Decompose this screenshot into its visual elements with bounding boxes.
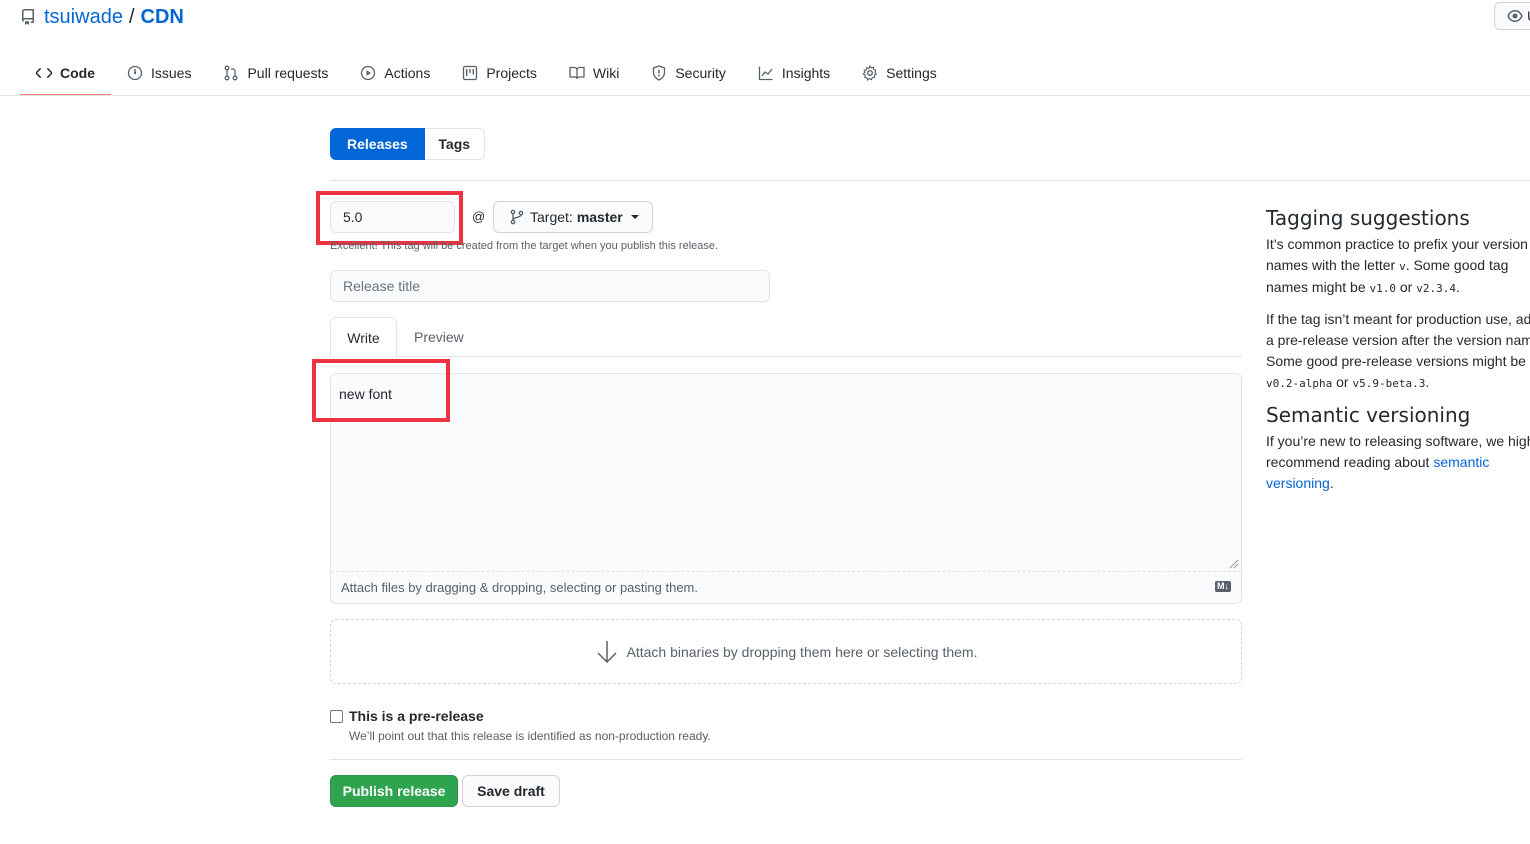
attach-files-bar[interactable]: Attach files by dragging & dropping, sel… <box>331 571 1241 603</box>
tab-issues[interactable]: Issues <box>111 50 207 96</box>
tagging-suggestions: Tagging suggestions It’s common practice… <box>1266 206 1530 394</box>
prerelease-checkbox[interactable] <box>330 709 343 723</box>
text: or <box>1332 374 1353 390</box>
tab-label: Projects <box>486 65 537 81</box>
tab-preview[interactable]: Preview <box>414 317 464 357</box>
semantic-versioning: Semantic versioning If you’re new to rel… <box>1266 403 1530 494</box>
gear-icon <box>862 65 878 81</box>
attach-binaries-dropzone[interactable]: Attach binaries by dropping them here or… <box>330 619 1242 684</box>
target-prefix: Target: <box>530 209 573 225</box>
text: . <box>1329 475 1334 491</box>
target-branch-name: master <box>576 209 623 225</box>
prerelease-option[interactable]: This is a pre-release <box>330 708 484 724</box>
tagging-paragraph-1: It’s common practice to prefix your vers… <box>1266 234 1530 299</box>
save-draft-button[interactable]: Save draft <box>462 775 560 807</box>
graph-icon <box>758 66 773 81</box>
tab-wiki[interactable]: Wiki <box>553 50 635 96</box>
text: or <box>1396 279 1417 295</box>
tab-insights[interactable]: Insights <box>742 50 846 96</box>
highlight-box-tag <box>316 191 463 245</box>
issue-icon <box>127 65 143 81</box>
releases-subnav: Releases Tags <box>330 128 485 160</box>
text: If the tag isn’t meant for production us… <box>1266 311 1530 369</box>
attach-files-text: Attach files by dragging & dropping, sel… <box>341 580 698 595</box>
code-example: v2.3.4 <box>1416 282 1456 295</box>
releases-tab[interactable]: Releases <box>330 128 425 160</box>
tab-label: Wiki <box>592 65 620 81</box>
tab-actions[interactable]: Actions <box>344 50 446 96</box>
target-branch-button[interactable]: Target: master <box>493 201 653 233</box>
at-symbol: @ <box>472 209 486 224</box>
editor-tabs: Write Preview <box>330 317 1242 358</box>
breadcrumb-separator: / <box>128 5 135 28</box>
nav-divider <box>0 95 1530 96</box>
text: . <box>1425 374 1430 390</box>
text: If you’re new to releasing software, we … <box>1266 433 1530 470</box>
highlight-box-description <box>312 359 450 422</box>
project-icon <box>463 65 478 81</box>
release-title-input[interactable]: Release title <box>330 270 770 302</box>
eye-icon <box>1507 10 1523 22</box>
repo-name-link[interactable]: CDN <box>141 6 184 29</box>
tab-label: Insights <box>781 65 831 81</box>
form-divider <box>330 759 1242 760</box>
resize-handle-icon[interactable] <box>1229 559 1239 569</box>
repo-breadcrumb: tsuiwade / CDN <box>20 4 184 30</box>
markdown-icon[interactable]: M↓ <box>1215 581 1231 592</box>
book-icon <box>569 66 585 80</box>
publish-release-button[interactable]: Publish release <box>330 775 458 807</box>
play-icon <box>361 65 376 81</box>
prerelease-label: This is a pre-release <box>349 708 484 724</box>
tab-label: Code <box>60 65 95 81</box>
tags-tab[interactable]: Tags <box>424 128 485 160</box>
watch-button[interactable]: U <box>1494 2 1530 30</box>
branch-icon <box>510 209 524 225</box>
tab-projects[interactable]: Projects <box>446 50 553 96</box>
semver-paragraph: If you’re new to releasing software, we … <box>1266 431 1530 494</box>
repo-owner-link[interactable]: tsuiwade <box>44 6 123 29</box>
chevron-down-icon <box>630 215 639 219</box>
code-v: v <box>1399 260 1406 273</box>
tab-label: Security <box>675 65 726 81</box>
semver-title: Semantic versioning <box>1266 403 1471 427</box>
tab-settings[interactable]: Settings <box>846 50 953 96</box>
code-icon <box>36 68 52 78</box>
pull-request-icon <box>225 65 238 81</box>
tab-label: Settings <box>886 65 937 81</box>
section-divider <box>330 180 1530 181</box>
tab-pull-requests[interactable]: Pull requests <box>207 50 344 96</box>
code-example: v0.2-alpha <box>1266 377 1333 390</box>
tagging-paragraph-2: If the tag isn’t meant for production us… <box>1266 309 1530 394</box>
attach-binaries-text: Attach binaries by dropping them here or… <box>626 643 978 660</box>
tag-validation-note: Excellent! This tag will be created from… <box>330 240 719 252</box>
repo-nav: Code Issues Pull requests Actions Projec… <box>20 50 953 96</box>
tab-label: Issues <box>151 65 192 81</box>
shield-icon <box>653 65 666 81</box>
tab-code[interactable]: Code <box>20 50 111 96</box>
arrow-down-icon <box>596 640 617 663</box>
tagging-title: Tagging suggestions <box>1266 206 1470 230</box>
tab-label: Actions <box>384 65 431 81</box>
text: . <box>1455 279 1460 295</box>
prerelease-note: We’ll point out that this release is ide… <box>349 729 711 743</box>
tab-write[interactable]: Write <box>330 317 397 358</box>
tab-security[interactable]: Security <box>635 50 742 96</box>
code-example: v5.9-beta.3 <box>1352 377 1426 390</box>
repo-icon <box>22 9 34 25</box>
tab-label: Pull requests <box>247 65 329 81</box>
code-example: v1.0 <box>1369 282 1397 295</box>
release-description-textarea[interactable]: new font Attach files by dragging & drop… <box>330 373 1242 604</box>
